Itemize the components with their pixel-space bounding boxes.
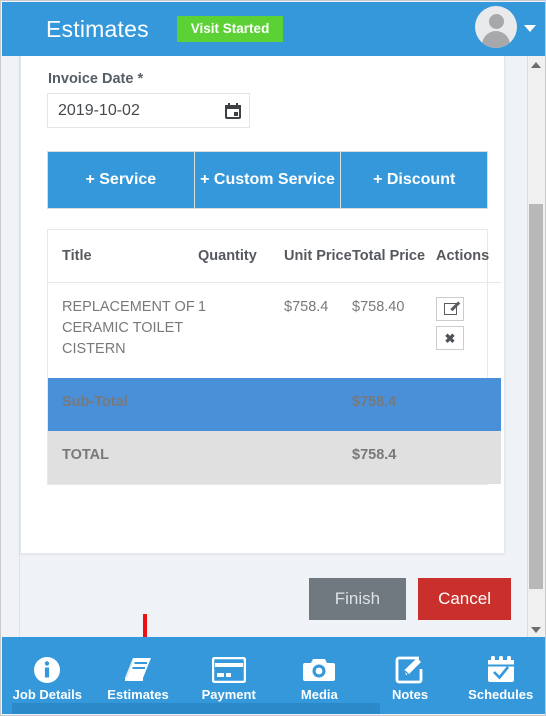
cell-total-price: $758.40	[352, 299, 405, 315]
nav-label-notes: Notes	[391, 687, 429, 702]
edit-square-icon	[395, 654, 425, 686]
add-custom-service-button[interactable]: + Custom Service	[194, 152, 342, 208]
delete-item-button[interactable]: ✖	[436, 326, 464, 350]
camera-icon	[302, 654, 336, 686]
column-header-unit-price: Unit Price	[284, 230, 352, 283]
estimate-card: Invoice Date * 2019-10-02 + Service + Cu…	[20, 56, 505, 554]
nav-label-job-details: Job Details	[12, 687, 83, 702]
app-window: Estimates Visit Started Invoice Date * 2…	[0, 0, 546, 716]
add-item-button-group: + Service + Custom Service + Discount	[47, 151, 488, 209]
scrollbar-thumb[interactable]	[529, 204, 543, 589]
nav-label-schedules: Schedules	[468, 687, 534, 702]
table-header-row: Title Quantity Unit Price Total Price Ac…	[48, 230, 501, 283]
total-value: $758.4	[352, 431, 436, 485]
status-badge: Visit Started	[176, 15, 284, 43]
avatar-body-shape	[482, 31, 510, 48]
nav-label-estimates: Estimates	[107, 687, 169, 702]
total-label: TOTAL	[48, 431, 198, 485]
chevron-down-icon[interactable]	[524, 25, 536, 32]
subtotal-value: $758.4	[352, 378, 436, 432]
column-header-title: Title	[48, 230, 198, 283]
app-header: Estimates Visit Started	[2, 2, 545, 56]
scroll-up-icon[interactable]	[531, 62, 541, 68]
subtotal-label: Sub-Total	[48, 378, 198, 432]
avatar[interactable]	[475, 6, 517, 48]
close-icon: ✖	[444, 330, 456, 346]
content-scroll-area: Invoice Date * 2019-10-02 + Service + Cu…	[2, 56, 529, 639]
subtotal-row: Sub-Total $758.4	[48, 378, 501, 432]
estimate-items-table: Title Quantity Unit Price Total Price Ac…	[47, 229, 501, 486]
vertical-scrollbar[interactable]	[527, 56, 544, 639]
calendar-check-icon	[486, 654, 516, 686]
invoice-date-value: 2019-10-02	[58, 101, 140, 119]
column-header-quantity: Quantity	[198, 230, 284, 283]
invoice-date-input[interactable]: 2019-10-02	[47, 93, 250, 128]
add-discount-button[interactable]: + Discount	[341, 152, 488, 208]
total-row: TOTAL $758.4	[48, 431, 501, 485]
info-circle-icon	[32, 654, 62, 686]
book-icon	[122, 654, 154, 686]
cancel-button[interactable]: Cancel	[418, 578, 511, 620]
cell-unit-price: $758.4	[284, 299, 329, 315]
cell-actions: ✖	[436, 283, 501, 379]
horizontal-scrollbar[interactable]	[2, 703, 545, 714]
credit-card-icon	[211, 654, 246, 686]
invoice-date-label: Invoice Date *	[48, 71, 144, 87]
column-header-total-price: Total Price	[352, 230, 436, 283]
page-title: Estimates	[46, 15, 149, 42]
table-row: REPLACEMENT OF CERAMIC TOILET CISTERN 1 …	[48, 283, 501, 379]
horizontal-scrollbar-thumb[interactable]	[12, 703, 380, 714]
nav-label-media: Media	[300, 687, 338, 702]
add-service-button[interactable]: + Service	[48, 152, 195, 208]
cell-quantity: 1	[198, 299, 207, 315]
nav-label-payment: Payment	[201, 687, 256, 702]
annotation-arrow-icon	[143, 614, 147, 639]
edit-icon	[443, 303, 457, 315]
avatar-head-shape	[488, 14, 504, 29]
scroll-down-icon[interactable]	[531, 627, 541, 633]
calendar-icon[interactable]	[225, 102, 241, 119]
header-user-menu[interactable]	[475, 6, 536, 48]
finish-button[interactable]: Finish	[308, 578, 407, 620]
left-gutter	[2, 56, 20, 639]
column-header-actions: Actions	[436, 230, 501, 283]
edit-item-button[interactable]	[436, 297, 464, 321]
cell-title: REPLACEMENT OF CERAMIC TOILET CISTERN	[62, 299, 195, 358]
form-action-buttons: Finish Cancel	[308, 578, 511, 620]
